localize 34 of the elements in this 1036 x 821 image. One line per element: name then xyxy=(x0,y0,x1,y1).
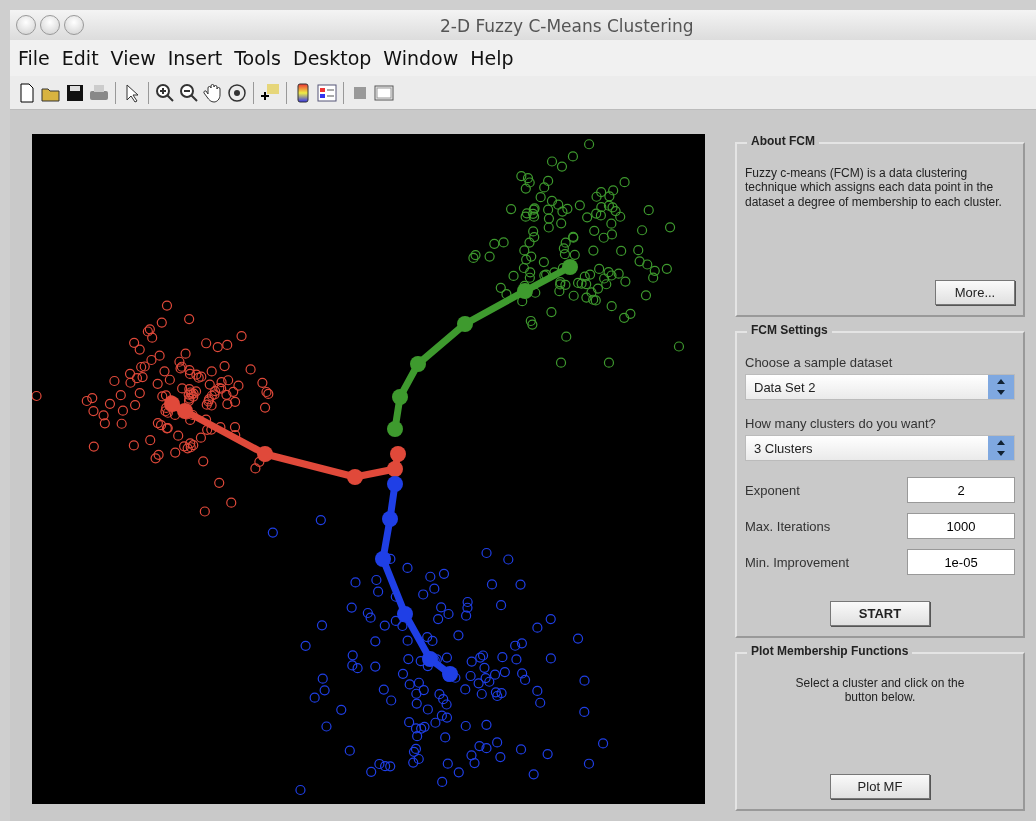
description-text: Fuzzy c-means (FCM) is a data clustering technique which assigns each data point in the dataset a degree of membership to each cluster. xyxy=(745,166,1003,210)
input-field[interactable]: 1000 xyxy=(907,513,1015,539)
rotate-icon[interactable] xyxy=(226,81,248,104)
menu-item[interactable]: Desktop xyxy=(287,47,378,69)
menu-item[interactable]: View xyxy=(104,47,162,69)
input-field[interactable]: 2 xyxy=(907,477,1015,503)
stepper-icon xyxy=(988,375,1014,399)
legend-icon[interactable] xyxy=(316,81,338,104)
menu-item[interactable]: Edit xyxy=(55,47,105,69)
plot-mf-button[interactable]: Plot MF xyxy=(830,774,930,799)
clusters-dropdown[interactable]: 3 Clusters xyxy=(745,435,1015,461)
zoom-out-icon[interactable] xyxy=(178,81,200,104)
menu-item[interactable]: File xyxy=(12,47,56,69)
menu-item[interactable]: Insert xyxy=(161,47,229,69)
more-button[interactable]: More... xyxy=(935,280,1015,305)
panel-title: About FCM xyxy=(747,134,819,148)
instruction-text: Select a cluster and click on the button below. xyxy=(794,676,966,705)
dataset-dropdown[interactable]: Data Set 2 xyxy=(745,374,1015,400)
field-label: Choose a sample dataset xyxy=(745,355,894,370)
start-button[interactable]: START xyxy=(830,601,930,626)
menu-item[interactable]: Window xyxy=(377,47,465,69)
field-label: Min. Improvement xyxy=(745,554,850,570)
panel-title: FCM Settings xyxy=(747,323,832,337)
menu-item[interactable]: Help xyxy=(464,47,520,69)
input-field[interactable]: 1e-05 xyxy=(907,549,1015,575)
stepper-icon xyxy=(988,436,1014,460)
field-label: Max. Iterations xyxy=(745,518,831,534)
zoom-in-icon[interactable] xyxy=(154,81,176,104)
panel-title: Plot Membership Functions xyxy=(747,644,913,658)
field-label: How many clusters do you want? xyxy=(745,416,937,431)
menu-item[interactable]: Tools xyxy=(228,47,287,69)
window-title: 2-D Fuzzy C-Means Clustering xyxy=(440,16,694,36)
field-label: Exponent xyxy=(745,482,800,498)
hand-icon[interactable] xyxy=(202,81,224,104)
